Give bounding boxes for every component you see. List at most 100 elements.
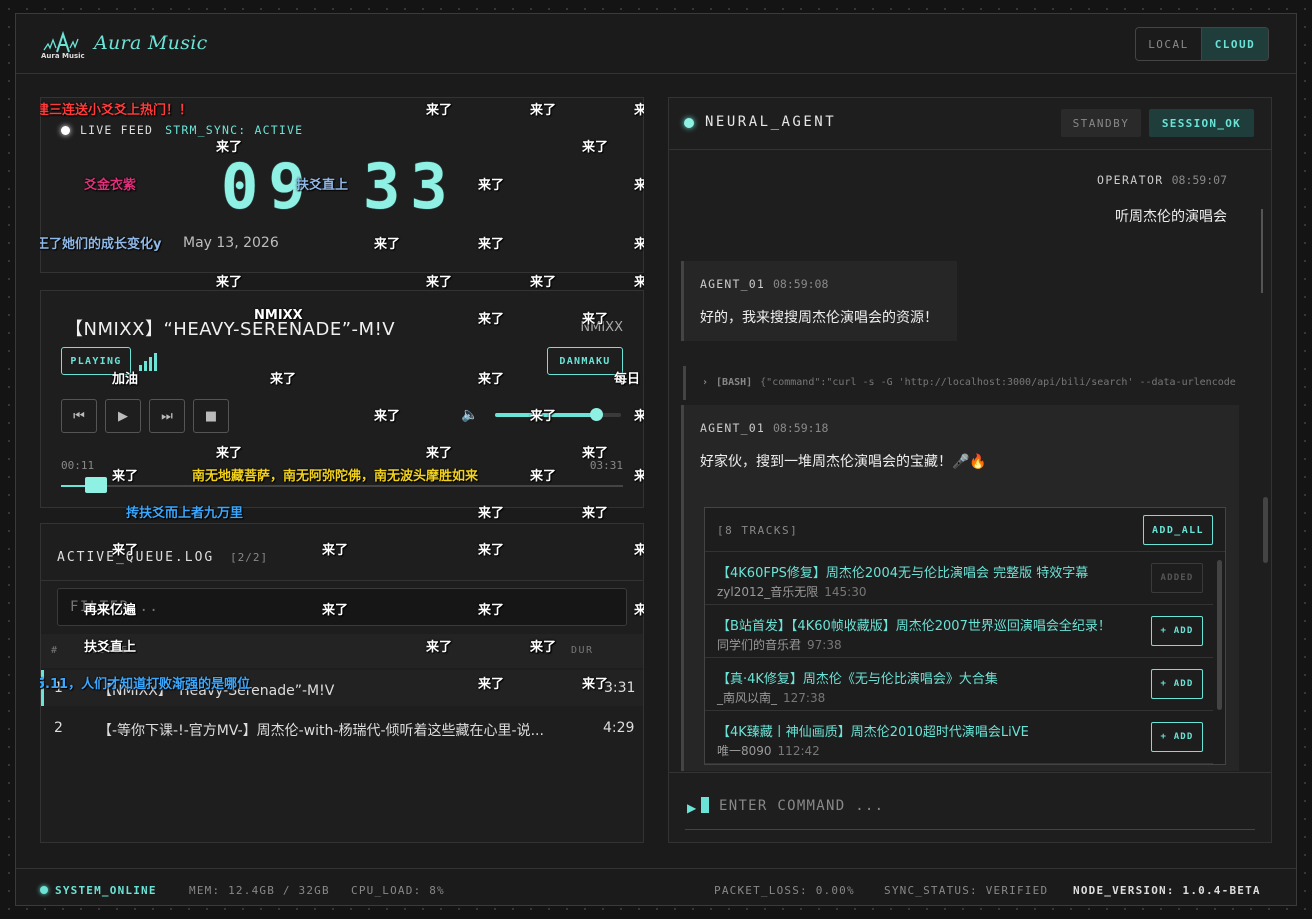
add-track-button[interactable]: + ADD	[1151, 669, 1203, 699]
agent-message-header: AGENT_01 08:59:08	[700, 277, 957, 291]
agent-message: AGENT_01 08:59:18 好家伙，搜到一堆周杰伦演唱会的宝藏！🎤🔥 [8…	[681, 405, 1239, 771]
track-duration: 145:30	[824, 585, 867, 599]
row-num: 2	[54, 720, 63, 736]
danmaku-comment: 来了	[530, 275, 557, 290]
operator-header: OPERATOR 08:59:07	[1097, 173, 1227, 187]
track-result: 【真·4K修复】周杰伦《无与伦比演唱会》大合集 _南风以南_ 127:38 + A…	[705, 658, 1213, 711]
track-duration: 112:42	[777, 744, 820, 758]
agent-time: 08:59:08	[773, 277, 829, 291]
queue-header: ACTIVE_QUEUE.LOG [2/2]	[57, 550, 268, 565]
agent-panel: NEURAL_AGENT STANDBY SESSION_OK OPERATOR…	[668, 97, 1272, 843]
operator-time: 08:59:07	[1171, 173, 1227, 187]
track-meta: zyl2012_音乐无限 145:30	[717, 583, 867, 600]
next-button[interactable]: ⏭	[149, 399, 185, 433]
progress-handle[interactable]	[85, 477, 108, 493]
next-icon: ⏭	[161, 408, 173, 424]
track-title: 【真·4K修复】周杰伦《无与伦比演唱会》大合集	[717, 672, 998, 687]
session-status-badge: SESSION_OK	[1149, 109, 1254, 137]
agent-message-text: 好家伙，搜到一堆周杰伦演唱会的宝藏！🎤🔥	[700, 454, 987, 470]
prompt-caret-icon: ▶	[687, 801, 697, 815]
col-dur: DUR	[571, 645, 594, 656]
cursor-block	[701, 797, 709, 813]
prev-button[interactable]: ⏮	[61, 399, 97, 433]
now-playing-title: 【NMIXX】“HEAVY-SERENADE”-M!V	[65, 319, 396, 340]
bash-command: {"command":"curl -s -G 'http://localhost…	[760, 377, 1236, 388]
queue-title: ACTIVE_QUEUE.LOG	[57, 550, 215, 565]
standby-button[interactable]: STANDBY	[1061, 109, 1141, 137]
track-meta: 同学们的音乐君 97:38	[717, 636, 842, 653]
volume-knob[interactable]	[589, 408, 603, 421]
track-title: 【4K60FPS修复】周杰伦2004无与伦比演唱会 完整版 特效字幕	[717, 566, 1089, 581]
track-duration: 03:31	[589, 459, 623, 472]
agent-message: AGENT_01 08:59:08 好的，我来搜搜周杰伦演唱会的资源！	[681, 261, 957, 341]
track-uploader: 同学们的音乐君	[717, 638, 802, 652]
track-title: 【4K臻藏丨神仙画质】周杰伦2010超时代演唱会LiVE	[717, 725, 1029, 740]
live-feed-label: LIVE FEED	[80, 123, 154, 137]
progress-bar[interactable]	[61, 477, 623, 493]
stop-button[interactable]: ■	[193, 399, 229, 433]
agent-message-text: 好的，我来搜搜周杰伦演唱会的资源！	[700, 310, 938, 326]
agent-title: NEURAL_AGENT	[705, 114, 837, 130]
danmaku-toggle-button[interactable]: DANMAKU	[547, 347, 623, 375]
add-all-button[interactable]: ADD_ALL	[1143, 515, 1213, 545]
player-panel: 【NMIXX】“HEAVY-SERENADE”-M!V NMIXX PLAYIN…	[40, 290, 644, 508]
agent-time: 08:59:18	[773, 421, 829, 435]
tracks-count: [8 TRACKS]	[717, 524, 799, 537]
online-dot-icon	[40, 886, 48, 894]
packet-loss: PACKET_LOSS: 0.00%	[714, 884, 855, 897]
queue-filter-input[interactable]	[57, 588, 627, 626]
queue-row[interactable]: 2 【-等你下课-!-官方MV-】周杰伦-with-杨瑞代-倾听着这些藏在心里-…	[41, 710, 643, 746]
search-results: [8 TRACKS] ADD_ALL 【4K60FPS修复】周杰伦2004无与伦…	[704, 507, 1226, 765]
track-meta: 唯一8090 112:42	[717, 742, 820, 759]
equalizer-icon	[139, 351, 157, 371]
divider	[41, 580, 643, 581]
added-button: ADDED	[1151, 563, 1203, 593]
add-track-button[interactable]: + ADD	[1151, 722, 1203, 752]
add-track-button[interactable]: + ADD	[1151, 616, 1203, 646]
volume-slider[interactable]	[495, 408, 621, 421]
track-duration: 97:38	[807, 638, 842, 652]
mode-local-button[interactable]: LOCAL	[1136, 28, 1202, 60]
current-time: 00:11	[61, 459, 95, 472]
app-brand: Aura Music	[94, 32, 208, 54]
col-title: TITLE	[91, 645, 129, 656]
sync-status: SYNC_STATUS: VERIFIED	[884, 884, 1049, 897]
prev-icon: ⏮	[73, 408, 85, 424]
clock-time: 09 33	[221, 150, 458, 223]
chat-scrollbar[interactable]	[1263, 497, 1268, 563]
live-dot-icon	[61, 125, 70, 135]
danmaku-comment: 来	[634, 275, 644, 290]
operator-scrollbar[interactable]	[1261, 209, 1263, 293]
bash-tool-call[interactable]: › [BASH] {"command":"curl -s -G 'http://lo…	[683, 366, 1243, 400]
results-scrollbar[interactable]	[1217, 560, 1222, 710]
play-icon: ▶	[118, 408, 128, 424]
stop-icon: ■	[204, 408, 218, 424]
track-uploader: zyl2012_音乐无限	[717, 585, 819, 599]
chat-log[interactable]: OPERATOR 08:59:07 听周杰伦的演唱会 AGENT_01 08:59:…	[669, 151, 1271, 771]
volume-muted-icon[interactable]: 🔈	[461, 407, 478, 423]
mode-cloud-button[interactable]: CLOUD	[1202, 28, 1268, 60]
agent-header: NEURAL_AGENT STANDBY SESSION_OK	[669, 98, 1271, 150]
play-button[interactable]: ▶	[105, 399, 141, 433]
command-input[interactable]	[719, 794, 1249, 818]
danmaku-comment: 来了	[426, 275, 453, 290]
live-feed-status: LIVE FEED STRM_SYNC: ACTIVE	[61, 123, 303, 137]
top-header: Aura Music Aura Music LOCAL CLOUD	[16, 14, 1296, 74]
track-duration: 127:38	[783, 691, 826, 705]
command-underline	[685, 829, 1255, 830]
volume-fill	[495, 413, 596, 417]
row-num: 1	[54, 680, 63, 696]
row-title: 【-等你下课-!-官方MV-】周杰伦-with-杨瑞代-倾听着这些藏在心里-说.…	[98, 723, 544, 739]
command-bar: ▶	[669, 772, 1271, 842]
search-results-header: [8 TRACKS] ADD_ALL	[705, 508, 1225, 552]
row-dur: 3:31	[604, 680, 636, 696]
bash-label: [BASH]	[716, 377, 753, 388]
cpu-load: CPU_LOAD: 8%	[351, 884, 445, 897]
now-playing-artist: NMIXX	[580, 320, 623, 335]
queue-row[interactable]: 1 【NMIXX】“Heavy-Serenade”-M!V 3:31	[41, 670, 643, 706]
row-title: 【NMIXX】“Heavy-Serenade”-M!V	[98, 683, 335, 699]
memory-usage: MEM: 12.4GB / 32GB	[189, 884, 330, 897]
track-title: 【B站首发】【4K60帧收藏版】周杰伦2007世界巡回演唱会全纪录！	[717, 619, 1111, 634]
chevron-right-icon: ›	[702, 377, 709, 388]
track-uploader: 唯一8090	[717, 744, 772, 758]
